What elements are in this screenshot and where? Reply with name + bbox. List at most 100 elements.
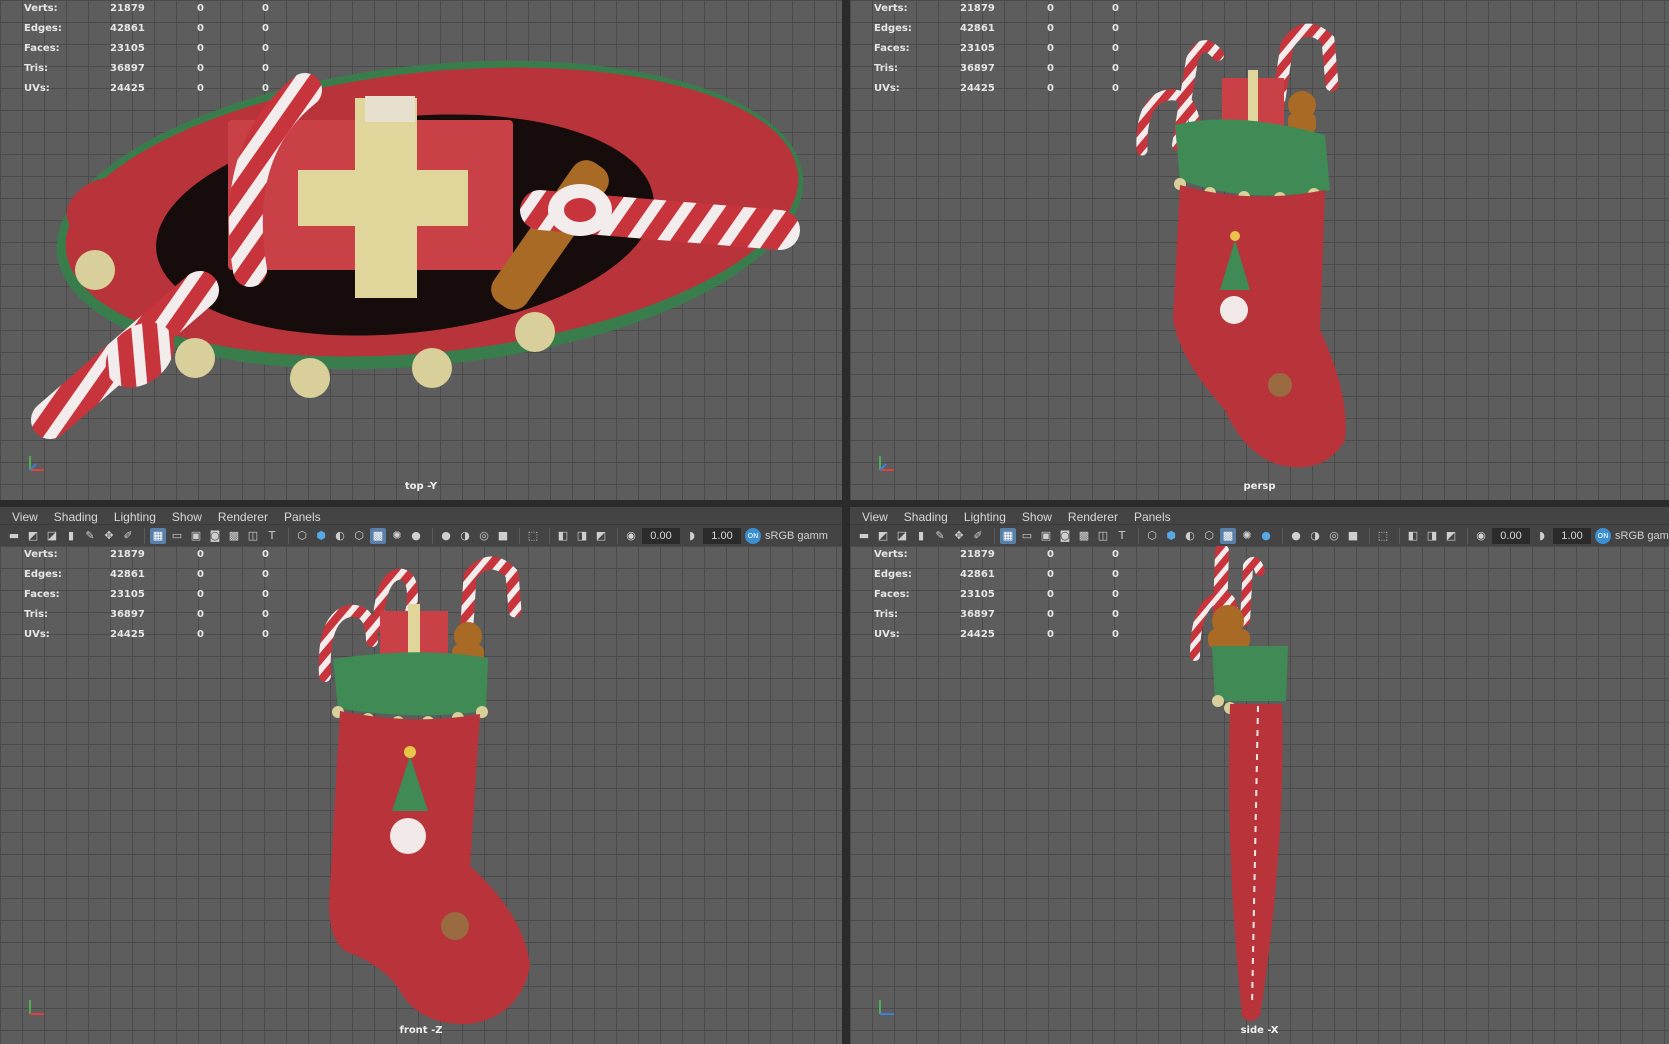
2d-pan-zoom-icon[interactable]: ✥ [951,528,967,544]
color-space-label[interactable]: sRGB gamm [1615,530,1669,542]
safe-action-icon[interactable]: ◫ [245,528,261,544]
gate-mask-icon[interactable]: ◙ [207,528,223,544]
axis-gizmo-icon [879,1000,894,1015]
smooth-shade-icon[interactable]: ⬢ [313,528,329,544]
gamma-field[interactable] [703,527,741,544]
wireframe-icon[interactable]: ⬡ [294,528,310,544]
exposure-icon[interactable]: ◉ [623,528,639,544]
light-icon[interactable]: ✺ [1239,528,1255,544]
gate-mask-icon[interactable]: ◙ [1057,528,1073,544]
viewport-top[interactable]: Verts: 21879 0 0 Edges: 42861 0 0 Faces: 23105 0… [0,0,842,500]
panel-toolbar-side: ▬ ◩ ◪ ▮ ✎ ✥ ✐ ▦ ▭ ▣ ◙ ▩ ◫ T ⬡ ⬢ ◐ ⬡ ▩ ✺ … [850,524,1669,546]
depth-of-field-icon[interactable]: ■ [495,528,511,544]
toolbar-separator [519,527,520,544]
image-plane-icon[interactable]: ✎ [932,528,948,544]
toolbar-separator [1138,527,1139,544]
viewport-splitter-vertical[interactable] [842,0,850,1044]
toolbar-separator [617,527,618,544]
exposure-field[interactable] [1492,527,1530,544]
textured-icon[interactable]: ⬡ [1201,528,1217,544]
safe-title-icon[interactable]: T [264,528,280,544]
antialiasing-icon[interactable]: ◎ [476,528,492,544]
grid-icon[interactable]: ▦ [1000,527,1016,544]
isolate-icon[interactable]: ⬚ [1375,528,1391,544]
grease-pencil-icon[interactable]: ✐ [120,528,136,544]
film-gate-icon[interactable]: ▭ [169,528,185,544]
xray-joints-icon[interactable]: ◨ [574,528,590,544]
xray-active-icon[interactable]: ◩ [1443,528,1459,544]
resolution-gate-icon[interactable]: ▣ [188,528,204,544]
camera-label-side: side -X [1240,1025,1279,1036]
toolbar-separator [1399,527,1400,544]
texture-icon[interactable]: ▩ [1220,527,1236,544]
camera-lock-icon[interactable]: ◪ [894,528,910,544]
toolbar-separator [1467,527,1468,544]
motion-blur-icon[interactable]: ◑ [457,528,473,544]
gamma-icon[interactable]: ◗ [1534,528,1550,544]
toolbar-separator [288,527,289,544]
camera-icon[interactable]: ▬ [6,528,22,544]
safe-title-icon[interactable]: T [1114,528,1130,544]
field-chart-icon[interactable]: ▩ [1076,528,1092,544]
exposure-field[interactable] [642,527,680,544]
gamma-field[interactable] [1553,527,1591,544]
camera-label-front: front -Z [399,1025,443,1036]
2d-pan-zoom-icon[interactable]: ✥ [101,528,117,544]
xray-icon[interactable]: ◧ [555,528,571,544]
color-space-label[interactable]: sRGB gamm [765,530,828,542]
bookmark-icon[interactable]: ▮ [63,528,79,544]
grid-icon[interactable]: ▦ [150,527,166,544]
viewport-persp[interactable]: Verts: 21879 0 0 Edges: 42861 0 0 Faces: 23105 0… [850,0,1669,500]
ambient-occlusion-icon[interactable]: ● [1288,528,1304,544]
viewport-side[interactable]: Verts: 21879 0 0 Edges: 42861 0 0 Faces: 23105 0… [850,546,1669,1044]
shadow-icon[interactable]: ● [408,528,424,544]
stocking-top-view-model[interactable] [0,0,842,500]
safe-action-icon[interactable]: ◫ [1095,528,1111,544]
wireframe-icon[interactable]: ⬡ [1144,528,1160,544]
color-management-icon[interactable]: ON [745,527,761,544]
depth-of-field-icon[interactable]: ■ [1345,528,1361,544]
grease-pencil-icon[interactable]: ✐ [970,528,986,544]
stocking-side-model[interactable] [850,546,1669,1044]
toolbar-separator [144,527,145,544]
bookmark-icon[interactable]: ▮ [913,528,929,544]
stocking-persp-model[interactable] [850,0,1669,500]
axis-gizmo-icon [879,456,894,471]
antialiasing-icon[interactable]: ◎ [1326,528,1342,544]
motion-blur-icon[interactable]: ◑ [1307,528,1323,544]
wireframe-on-shaded-icon[interactable]: ◐ [1182,528,1198,544]
camera-label-top: top -Y [404,481,438,492]
resolution-gate-icon[interactable]: ▣ [1038,528,1054,544]
camera-attributes-icon[interactable]: ◩ [25,528,41,544]
toolbar-separator [549,527,550,544]
shadow-icon[interactable]: ● [1258,528,1274,544]
viewport-front[interactable]: Verts: 21879 0 0 Edges: 42861 0 0 Faces: 23105 0… [0,546,842,1044]
camera-label-persp: persp [1243,481,1276,492]
xray-joints-icon[interactable]: ◨ [1424,528,1440,544]
camera-lock-icon[interactable]: ◪ [44,528,60,544]
toolbar-separator [1369,527,1370,544]
xray-active-icon[interactable]: ◩ [593,528,609,544]
field-chart-icon[interactable]: ▩ [226,528,242,544]
toolbar-separator [432,527,433,544]
textured-icon[interactable]: ⬡ [351,528,367,544]
texture-icon[interactable]: ▩ [370,527,386,544]
panel-toolbar-front: ▬ ◩ ◪ ▮ ✎ ✥ ✐ ▦ ▭ ▣ ◙ ▩ ◫ T ⬡ ⬢ ◐ ⬡ ▩ ✺ … [0,524,842,546]
film-gate-icon[interactable]: ▭ [1019,528,1035,544]
xray-icon[interactable]: ◧ [1405,528,1421,544]
axis-gizmo-icon [29,456,44,471]
wireframe-on-shaded-icon[interactable]: ◐ [332,528,348,544]
axis-gizmo-icon [29,1000,44,1015]
camera-attributes-icon[interactable]: ◩ [875,528,891,544]
camera-icon[interactable]: ▬ [856,528,872,544]
light-icon[interactable]: ✺ [389,528,405,544]
gamma-icon[interactable]: ◗ [684,528,700,544]
smooth-shade-icon[interactable]: ⬢ [1163,528,1179,544]
exposure-icon[interactable]: ◉ [1473,528,1489,544]
toolbar-separator [994,527,995,544]
ambient-occlusion-icon[interactable]: ● [438,528,454,544]
isolate-icon[interactable]: ⬚ [525,528,541,544]
image-plane-icon[interactable]: ✎ [82,528,98,544]
color-management-icon[interactable]: ON [1595,527,1611,544]
stocking-front-model[interactable] [0,546,842,1044]
